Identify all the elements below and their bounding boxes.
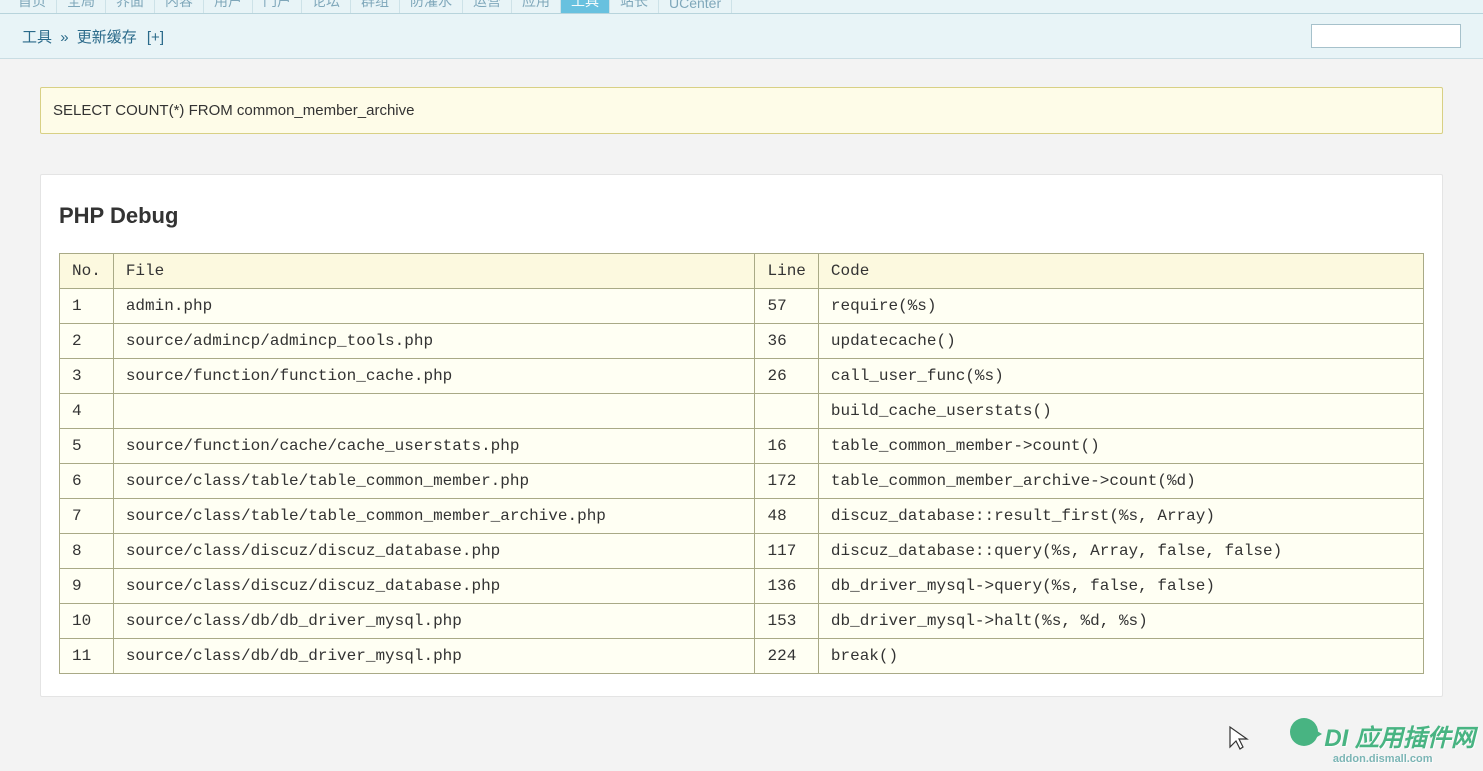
table-row: 5source/function/cache/cache_userstats.p… <box>60 429 1424 464</box>
col-no: No. <box>60 254 114 289</box>
breadcrumb: 工具 » 更新缓存 [+] <box>22 26 164 47</box>
cell-line: 136 <box>755 569 818 604</box>
cell-code: discuz_database::query(%s, Array, false,… <box>818 534 1423 569</box>
cell-code: discuz_database::result_first(%s, Array) <box>818 499 1423 534</box>
col-line: Line <box>755 254 818 289</box>
nav-tab-12[interactable]: 站长 <box>610 0 659 13</box>
breadcrumb-current[interactable]: 更新缓存 <box>77 29 137 46</box>
table-row: 2source/admincp/admincp_tools.php36updat… <box>60 324 1424 359</box>
debug-title: PHP Debug <box>59 203 1424 229</box>
cell-no: 1 <box>60 289 114 324</box>
cell-file: admin.php <box>113 289 755 324</box>
cell-no: 6 <box>60 464 114 499</box>
cell-file: source/class/table/table_common_member_a… <box>113 499 755 534</box>
table-row: 9source/class/discuz/discuz_database.php… <box>60 569 1424 604</box>
table-header-row: No. File Line Code <box>60 254 1424 289</box>
nav-tab-11[interactable]: 工具 <box>561 0 610 13</box>
nav-tab-5[interactable]: 门户 <box>253 0 302 13</box>
search-input[interactable] <box>1311 24 1461 48</box>
cell-line <box>755 394 818 429</box>
sub-toolbar: 工具 » 更新缓存 [+] <box>0 14 1483 59</box>
sql-text: SELECT COUNT(*) FROM common_member_archi… <box>53 102 414 119</box>
nav-tab-13[interactable]: UCenter <box>659 0 732 13</box>
cell-file: source/class/table/table_common_member.p… <box>113 464 755 499</box>
table-row: 6source/class/table/table_common_member.… <box>60 464 1424 499</box>
cell-no: 7 <box>60 499 114 534</box>
nav-tab-7[interactable]: 群组 <box>351 0 400 13</box>
top-nav: 首页全局界面内容用户门户论坛群组防灌水运营应用工具站长UCenter <box>0 0 1483 14</box>
debug-panel: PHP Debug No. File Line Code 1admin.php5… <box>40 174 1443 697</box>
col-code: Code <box>818 254 1423 289</box>
nav-tab-0[interactable]: 首页 <box>8 0 57 13</box>
cell-file: source/function/cache/cache_userstats.ph… <box>113 429 755 464</box>
nav-tab-3[interactable]: 内容 <box>155 0 204 13</box>
cell-line: 117 <box>755 534 818 569</box>
cell-file: source/class/discuz/discuz_database.php <box>113 534 755 569</box>
cursor-icon <box>1227 725 1253 751</box>
table-row: 10source/class/db/db_driver_mysql.php153… <box>60 604 1424 639</box>
cell-file: source/function/function_cache.php <box>113 359 755 394</box>
cell-code: table_common_member_archive->count(%d) <box>818 464 1423 499</box>
cell-line: 48 <box>755 499 818 534</box>
cell-file: source/class/db/db_driver_mysql.php <box>113 604 755 639</box>
cell-code: db_driver_mysql->query(%s, false, false) <box>818 569 1423 604</box>
search-box <box>1311 24 1461 48</box>
cell-no: 10 <box>60 604 114 639</box>
cell-line: 26 <box>755 359 818 394</box>
nav-tab-6[interactable]: 论坛 <box>302 0 351 13</box>
watermark-text: DI 应用插件网 <box>1324 725 1475 752</box>
cell-code: break() <box>818 639 1423 674</box>
cell-no: 3 <box>60 359 114 394</box>
cell-line: 57 <box>755 289 818 324</box>
cell-code: table_common_member->count() <box>818 429 1423 464</box>
table-row: 11source/class/db/db_driver_mysql.php224… <box>60 639 1424 674</box>
cell-file: source/class/db/db_driver_mysql.php <box>113 639 755 674</box>
table-row: 8source/class/discuz/discuz_database.php… <box>60 534 1424 569</box>
cell-no: 2 <box>60 324 114 359</box>
cell-file: source/class/discuz/discuz_database.php <box>113 569 755 604</box>
table-row: 7source/class/table/table_common_member_… <box>60 499 1424 534</box>
table-row: 4 build_cache_userstats() <box>60 394 1424 429</box>
sql-error-box: SELECT COUNT(*) FROM common_member_archi… <box>40 87 1443 134</box>
nav-tab-9[interactable]: 运营 <box>463 0 512 13</box>
cell-code: require(%s) <box>818 289 1423 324</box>
cell-no: 4 <box>60 394 114 429</box>
breadcrumb-add[interactable]: [+] <box>147 29 164 46</box>
table-row: 3source/function/function_cache.php26cal… <box>60 359 1424 394</box>
nav-tab-2[interactable]: 界面 <box>106 0 155 13</box>
breadcrumb-root[interactable]: 工具 <box>22 29 52 46</box>
nav-tab-1[interactable]: 全局 <box>57 0 106 13</box>
nav-tab-8[interactable]: 防灌水 <box>400 0 463 13</box>
cell-code: build_cache_userstats() <box>818 394 1423 429</box>
cell-no: 9 <box>60 569 114 604</box>
cell-no: 5 <box>60 429 114 464</box>
cell-no: 8 <box>60 534 114 569</box>
cell-file <box>113 394 755 429</box>
watermark-sub: addon.dismall.com <box>1333 753 1433 765</box>
cell-no: 11 <box>60 639 114 674</box>
col-file: File <box>113 254 755 289</box>
cell-code: db_driver_mysql->halt(%s, %d, %s) <box>818 604 1423 639</box>
cell-code: call_user_func(%s) <box>818 359 1423 394</box>
cell-file: source/admincp/admincp_tools.php <box>113 324 755 359</box>
cell-line: 224 <box>755 639 818 674</box>
nav-tab-10[interactable]: 应用 <box>512 0 561 13</box>
cell-line: 36 <box>755 324 818 359</box>
content-area: SELECT COUNT(*) FROM common_member_archi… <box>0 59 1483 727</box>
cell-line: 16 <box>755 429 818 464</box>
nav-tab-4[interactable]: 用户 <box>204 0 253 13</box>
cell-code: updatecache() <box>818 324 1423 359</box>
debug-table: No. File Line Code 1admin.php57require(%… <box>59 253 1424 674</box>
cell-line: 172 <box>755 464 818 499</box>
cell-line: 153 <box>755 604 818 639</box>
breadcrumb-separator: » <box>60 29 68 46</box>
table-row: 1admin.php57require(%s) <box>60 289 1424 324</box>
